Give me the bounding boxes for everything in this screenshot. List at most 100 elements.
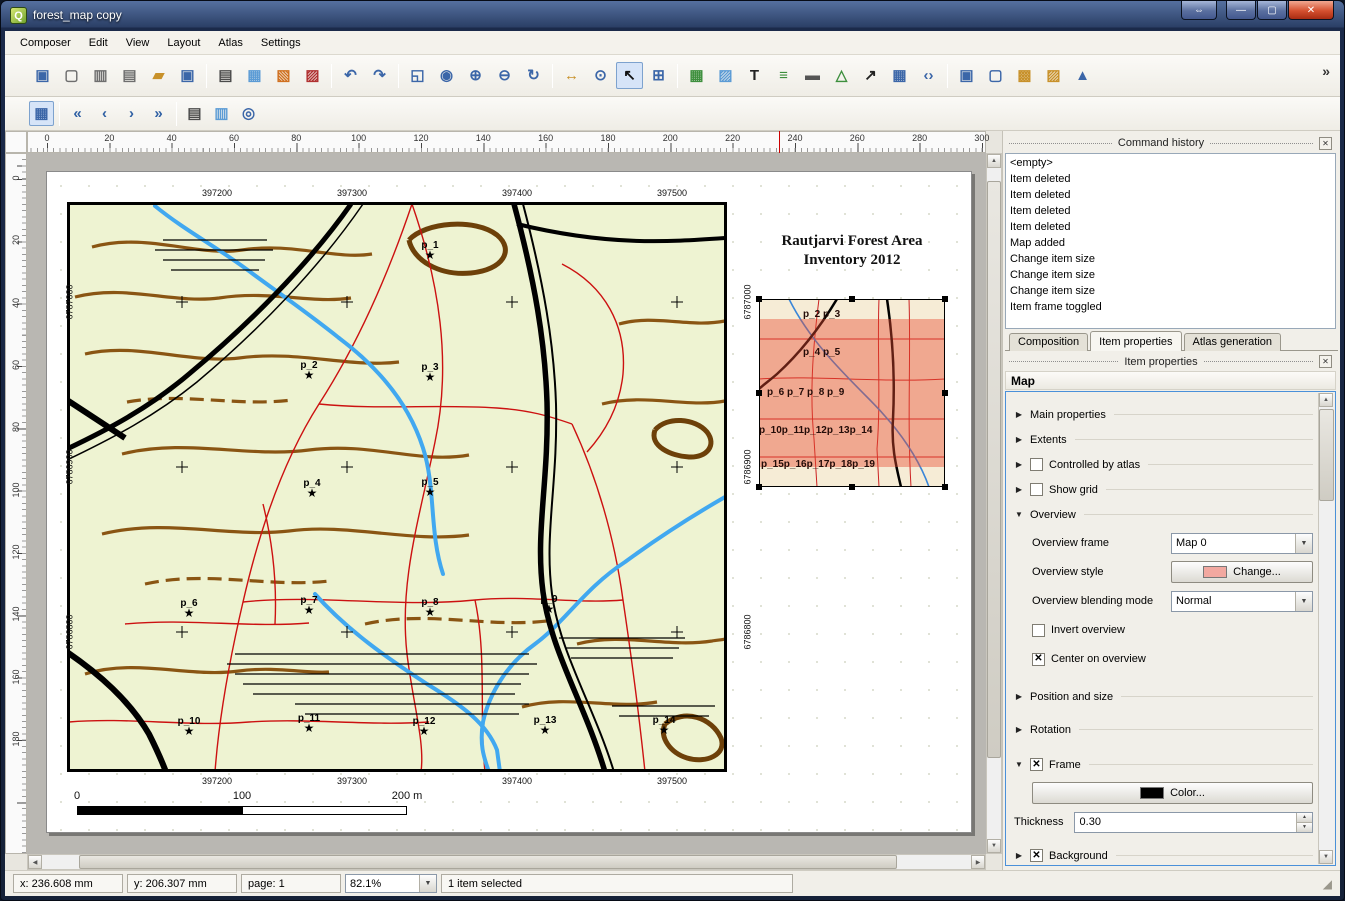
print-atlas-button[interactable]: ▤ xyxy=(182,101,207,126)
invert-overview-checkbox[interactable] xyxy=(1032,624,1045,637)
composition-viewport[interactable]: 397200397300397400397500 397200397300397… xyxy=(27,153,986,854)
menu-settings[interactable]: Settings xyxy=(252,33,310,53)
atlas-first-button[interactable]: « xyxy=(65,101,90,126)
tab-atlas-generation[interactable]: Atlas generation xyxy=(1184,333,1282,351)
atlas-last-button[interactable]: » xyxy=(146,101,171,126)
history-item[interactable]: Map added xyxy=(1008,235,1335,251)
section-frame[interactable]: ▼ ✕ Frame xyxy=(1014,754,1313,775)
menu-atlas[interactable]: Atlas xyxy=(209,33,251,53)
close-item-properties-button[interactable]: ✕ xyxy=(1319,355,1332,368)
history-item[interactable]: <empty> xyxy=(1008,155,1335,171)
atlas-next-button[interactable]: › xyxy=(119,101,144,126)
history-item[interactable]: Item frame toggled xyxy=(1008,299,1335,315)
zoom-actual-button[interactable]: ◉ xyxy=(433,62,460,89)
horizontal-scrollbar[interactable]: ◀ ▶ xyxy=(27,854,986,870)
composer-manager-button[interactable]: ▤ xyxy=(116,62,143,89)
tab-composition[interactable]: Composition xyxy=(1009,333,1088,351)
invert-overview-row[interactable]: Invert overview xyxy=(1032,619,1313,641)
atlas-settings-button[interactable]: ◎ xyxy=(236,101,261,126)
export-image-button[interactable]: ▦ xyxy=(241,62,268,89)
tab-item-properties[interactable]: Item properties xyxy=(1090,331,1181,351)
center-on-overview-row[interactable]: ✕ Center on overview xyxy=(1032,648,1313,670)
group-items-button[interactable]: ▣ xyxy=(953,62,980,89)
move-content-button[interactable]: ⊞ xyxy=(645,62,672,89)
unlock-items-button[interactable]: ▨ xyxy=(1040,62,1067,89)
scroll-left-icon[interactable]: ◀ xyxy=(28,855,42,869)
history-item[interactable]: Item deleted xyxy=(1008,203,1335,219)
scroll-down-icon[interactable]: ▼ xyxy=(1319,850,1333,864)
selection-handle[interactable] xyxy=(849,484,855,490)
toolbar-overflow-button[interactable]: » xyxy=(1322,63,1330,79)
refresh-view-button[interactable]: ↻ xyxy=(520,62,547,89)
history-item[interactable]: Item deleted xyxy=(1008,187,1335,203)
add-legend-button[interactable]: ≡ xyxy=(770,62,797,89)
horizontal-ruler[interactable]: 0204060801001201401601802002202402602803… xyxy=(27,131,986,153)
show-grid-checkbox[interactable] xyxy=(1030,483,1043,496)
export-svg-button[interactable]: ▧ xyxy=(270,62,297,89)
frame-color-button[interactable]: Color... xyxy=(1032,782,1313,804)
section-extents[interactable]: ▶ Extents xyxy=(1014,429,1313,450)
history-item[interactable]: Item deleted xyxy=(1008,219,1335,235)
add-table-button[interactable]: ▦ xyxy=(886,62,913,89)
section-controlled-by-atlas[interactable]: ▶ Controlled by atlas xyxy=(1014,454,1313,475)
spin-down-icon[interactable]: ▼ xyxy=(1296,822,1312,832)
scroll-up-icon[interactable]: ▲ xyxy=(987,154,1001,168)
scroll-down-icon[interactable]: ▼ xyxy=(987,839,1001,853)
save-template-button[interactable]: ▣ xyxy=(174,62,201,89)
frame-checkbox[interactable]: ✕ xyxy=(1030,758,1043,771)
preview-atlas-button[interactable]: ▦ xyxy=(29,101,54,126)
selection-handle[interactable] xyxy=(942,296,948,302)
atlas-prev-button[interactable]: ‹ xyxy=(92,101,117,126)
section-position-and-size[interactable]: ▶ Position and size xyxy=(1014,686,1313,707)
history-item[interactable]: Change item size xyxy=(1008,251,1335,267)
add-shape-button[interactable]: △ xyxy=(828,62,855,89)
overview-blending-select[interactable]: Normal ▼ xyxy=(1171,591,1313,612)
print-button[interactable]: ▤ xyxy=(212,62,239,89)
raise-items-button[interactable]: ▲ xyxy=(1069,62,1096,89)
zoom-full-button[interactable]: ◱ xyxy=(404,62,431,89)
zoom-out-button[interactable]: ⊖ xyxy=(491,62,518,89)
history-item[interactable]: Item deleted xyxy=(1008,171,1335,187)
history-item[interactable]: Change item size xyxy=(1008,267,1335,283)
map-title-item[interactable]: Rautjarvi Forest Area Inventory 2012 xyxy=(737,232,967,270)
duplicate-composer-button[interactable]: ▥ xyxy=(87,62,114,89)
section-show-grid[interactable]: ▶ Show grid xyxy=(1014,479,1313,500)
controlled-by-atlas-checkbox[interactable] xyxy=(1030,458,1043,471)
add-image-button[interactable]: ▨ xyxy=(712,62,739,89)
selection-handle[interactable] xyxy=(756,390,762,396)
section-main-properties[interactable]: ▶ Main properties xyxy=(1014,404,1313,425)
properties-scrollbar[interactable]: ▲ ▼ xyxy=(1318,393,1334,864)
redo-button[interactable]: ↷ xyxy=(366,62,393,89)
menu-layout[interactable]: Layout xyxy=(158,33,209,53)
save-project-button[interactable]: ▣ xyxy=(29,62,56,89)
overview-frame-select[interactable]: Map 0 ▼ xyxy=(1171,533,1313,554)
thickness-spinner[interactable]: 0.30 ▲ ▼ xyxy=(1074,812,1313,833)
overview-map-item[interactable]: p_2 p_3p_4 p_5p_6 p_7 p_8 p_9p_10p_11p_1… xyxy=(759,299,945,487)
selection-handle[interactable] xyxy=(942,390,948,396)
menu-composer[interactable]: Composer xyxy=(11,33,80,53)
add-label-button[interactable]: T xyxy=(741,62,768,89)
resize-grip-icon[interactable]: ◢ xyxy=(1323,877,1332,891)
vertical-ruler[interactable]: 020406080100120140160180 xyxy=(5,153,27,854)
section-rotation[interactable]: ▶ Rotation xyxy=(1014,719,1313,740)
scroll-up-icon[interactable]: ▲ xyxy=(1319,393,1333,407)
export-pdf-button[interactable]: ▨ xyxy=(299,62,326,89)
scrollbar-thumb[interactable] xyxy=(79,855,897,869)
ungroup-items-button[interactable]: ▢ xyxy=(982,62,1009,89)
window-close-button[interactable]: ✕ xyxy=(1288,1,1334,20)
scalebar-item[interactable]: 0100200 m xyxy=(77,790,437,830)
zoom-tool-button[interactable]: ⊙ xyxy=(587,62,614,89)
zoom-in-button[interactable]: ⊕ xyxy=(462,62,489,89)
overview-style-change-button[interactable]: Change... xyxy=(1171,561,1313,583)
add-html-button[interactable]: ‹› xyxy=(915,62,942,89)
vertical-scrollbar[interactable]: ▲ ▼ xyxy=(986,153,1002,854)
scroll-right-icon[interactable]: ▶ xyxy=(971,855,985,869)
pan-button[interactable]: ↔ xyxy=(558,62,585,89)
selection-handle[interactable] xyxy=(849,296,855,302)
window-arrange-button[interactable]: ⇔ xyxy=(1181,1,1217,20)
map-item[interactable]: 397200397300397400397500 397200397300397… xyxy=(67,202,727,772)
add-arrow-button[interactable]: ↗ xyxy=(857,62,884,89)
background-checkbox[interactable]: ✕ xyxy=(1030,849,1043,862)
section-overview[interactable]: ▼ Overview xyxy=(1014,504,1313,525)
zoom-level-select[interactable]: 82.1% ▼ xyxy=(345,874,437,893)
